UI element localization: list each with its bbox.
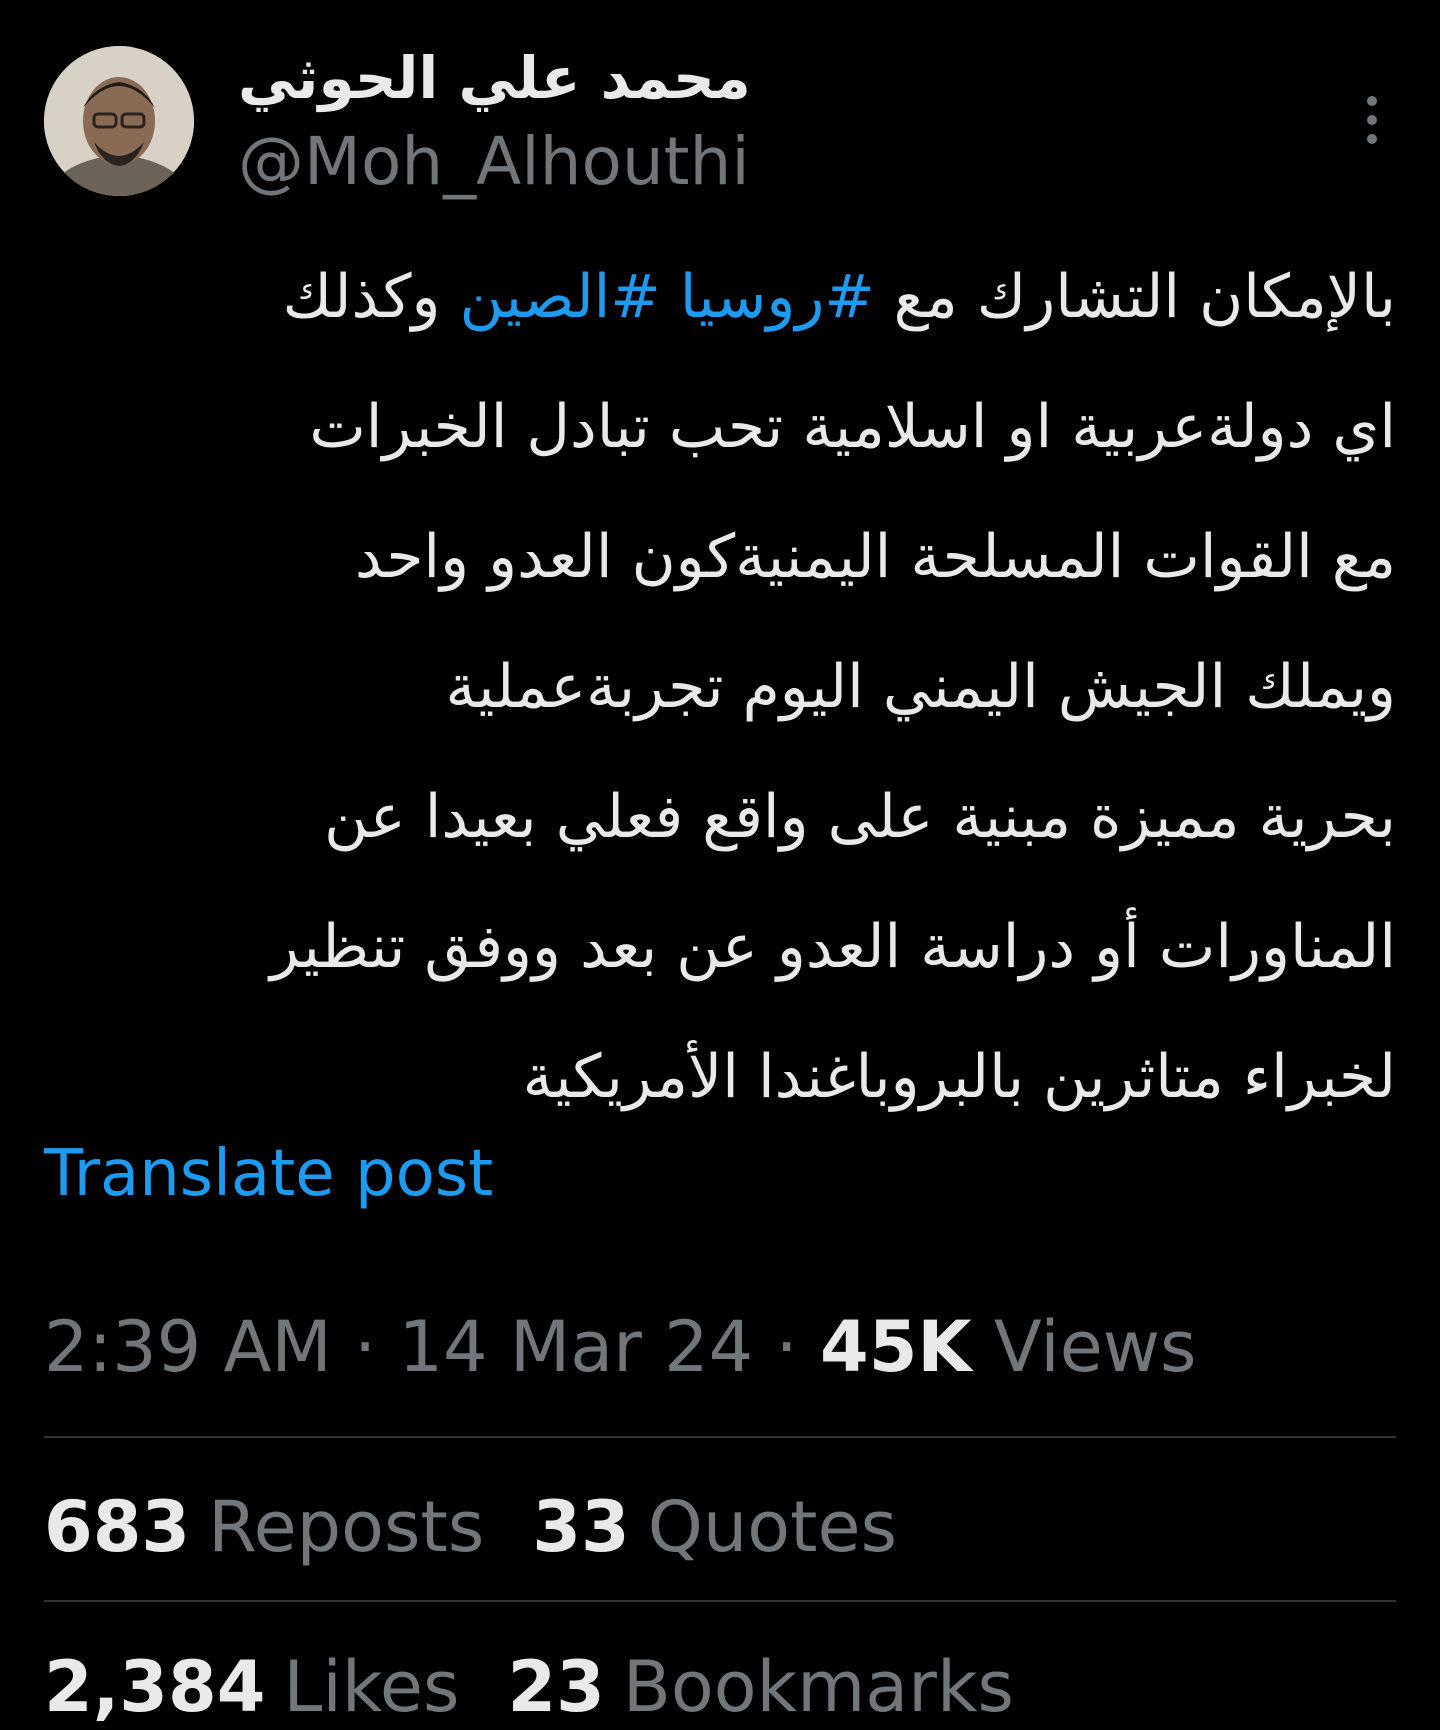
- reposts-label: Reposts: [208, 1486, 485, 1568]
- meta-separator: ·: [753, 1306, 820, 1388]
- post-line: بالإمكان التشارك مع #روسيا #الصين وكذلك: [60, 232, 1396, 362]
- hashtag-link[interactable]: #روسيا: [680, 262, 875, 332]
- reposts-count: 683: [44, 1486, 191, 1568]
- post-time[interactable]: 2:39 AM: [44, 1306, 332, 1388]
- quotes-stat[interactable]: 33 Quotes: [532, 1484, 897, 1570]
- divider: [44, 1600, 1396, 1602]
- bookmarks-count: 23: [507, 1646, 605, 1728]
- post-line: بحرية مميزة مبنية على واقع فعلي بعيدا عن: [324, 782, 1396, 852]
- bookmarks-label: Bookmarks: [622, 1646, 1014, 1728]
- hashtag-link[interactable]: #الصين: [460, 262, 661, 332]
- views-label: Views: [993, 1306, 1197, 1388]
- more-vertical-icon: [1367, 96, 1377, 144]
- post-text-segment: بالإمكان التشارك مع: [874, 262, 1396, 332]
- author-name[interactable]: محمد علي الحوثي: [238, 42, 751, 114]
- avatar[interactable]: [44, 46, 194, 196]
- post-text: بالإمكان التشارك مع #روسيا #الصين وكذلك …: [60, 232, 1396, 1142]
- post-line: ويملك الجيش اليمني اليوم تجربةعملية: [445, 652, 1396, 722]
- post-line: المناورات أو دراسة العدو عن بعد ووفق تنظ…: [270, 912, 1396, 982]
- likes-count: 2,384: [44, 1646, 266, 1728]
- post-meta: 2:39 AM · 14 Mar 24 · 45K Views: [44, 1304, 1197, 1390]
- likes-label: Likes: [283, 1646, 460, 1728]
- quotes-count: 33: [532, 1486, 630, 1568]
- bookmarks-stat[interactable]: 23 Bookmarks: [507, 1644, 1014, 1730]
- quotes-label: Quotes: [647, 1486, 898, 1568]
- post-header: محمد علي الحوثي @Moh_Alhouthi: [44, 40, 1396, 200]
- author-handle[interactable]: @Moh_Alhouthi: [238, 122, 750, 202]
- post-line: اي دولةعربية او اسلامية تحب تبادل الخبرا…: [309, 392, 1396, 462]
- stats-row-reposts: 683 Reposts 33 Quotes: [44, 1484, 897, 1570]
- post-line: لخبراء متاثرين بالبروباغندا الأمريكية: [522, 1042, 1396, 1112]
- stats-row-likes: 2,384 Likes 23 Bookmarks: [44, 1644, 1014, 1730]
- views-count: 45K: [819, 1306, 972, 1388]
- divider: [44, 1436, 1396, 1438]
- meta-separator: ·: [331, 1306, 399, 1388]
- more-options-button[interactable]: [1350, 80, 1394, 160]
- avatar-image: [44, 46, 194, 196]
- reposts-stat[interactable]: 683 Reposts: [44, 1484, 484, 1570]
- post-text-segment: وكذلك: [282, 262, 460, 332]
- translate-post-link[interactable]: Translate post: [44, 1134, 493, 1214]
- post-date[interactable]: 14 Mar 24: [399, 1306, 754, 1388]
- likes-stat[interactable]: 2,384 Likes: [44, 1644, 459, 1730]
- post-line: مع القوات المسلحة اليمنيةكون العدو واحد: [354, 522, 1396, 592]
